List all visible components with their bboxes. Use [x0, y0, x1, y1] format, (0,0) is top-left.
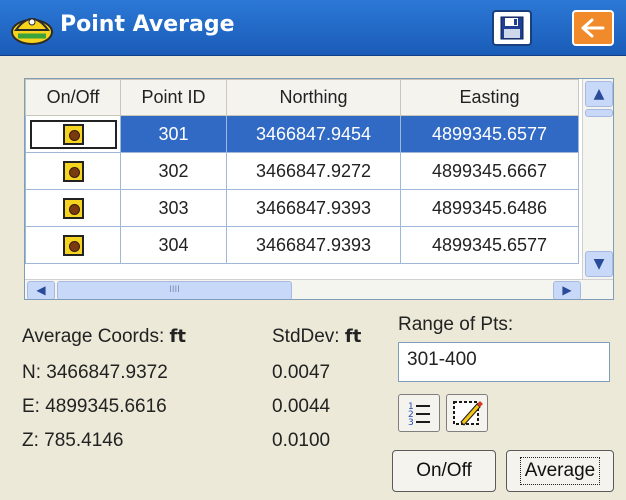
range-input[interactable]: 301-400 [398, 342, 610, 382]
vertical-scrollbar[interactable]: ▲ ▼ [582, 79, 613, 279]
onoff-cell[interactable] [25, 226, 121, 264]
average-coords-heading: Average Coords: ft [22, 326, 186, 348]
chevron-right-icon: ▶ [562, 283, 572, 297]
point-on-icon[interactable] [62, 234, 84, 256]
northing-cell: 3466847.9272 [226, 152, 401, 190]
point-id-cell: 301 [120, 115, 227, 153]
back-button[interactable] [572, 10, 614, 46]
table-row[interactable]: 304 3466847.9393 4899345.6577 [25, 226, 579, 264]
column-header-point-id[interactable]: Point ID [120, 79, 227, 116]
stddev-heading: StdDev: ft [272, 326, 361, 348]
point-id-cell: 302 [120, 152, 227, 190]
stddev-n-value: 0.0047 [272, 362, 331, 383]
easting-cell: 4899345.6667 [400, 152, 579, 190]
points-table: On/Off Point ID Northing Easting 301 346… [25, 79, 579, 264]
point-id-cell: 304 [120, 226, 227, 264]
point-on-icon[interactable] [62, 123, 84, 145]
northing-cell: 3466847.9454 [226, 115, 401, 153]
point-on-icon[interactable] [62, 197, 84, 219]
numbered-list-icon: 1 2 3 [408, 402, 430, 428]
easting-cell: 4899345.6577 [400, 226, 579, 264]
column-header-northing[interactable]: Northing [226, 79, 401, 116]
chevron-up-icon: ▲ [593, 86, 605, 102]
main-pane: On/Off Point ID Northing Easting 301 346… [0, 56, 626, 500]
scroll-right-button[interactable]: ▶ [553, 281, 581, 299]
point-on-icon[interactable] [62, 160, 84, 182]
grid-header-row: On/Off Point ID Northing Easting [25, 79, 579, 116]
onoff-button[interactable]: On/Off [392, 450, 496, 492]
table-row[interactable]: 301 3466847.9454 4899345.6577 [25, 115, 579, 153]
edit-points-button[interactable] [446, 394, 488, 432]
onoff-cell[interactable] [25, 189, 121, 227]
stddev-label: StdDev: [272, 326, 340, 347]
onoff-cell[interactable] [25, 115, 121, 153]
easting-cell: 4899345.6577 [400, 115, 579, 153]
vertical-scroll-thumb[interactable] [585, 109, 613, 117]
stddev-e-value: 0.0044 [272, 396, 331, 417]
northing-cell: 3466847.9393 [226, 226, 401, 264]
chevron-down-icon: ▼ [593, 256, 605, 272]
horizontal-scroll-thumb[interactable]: IIII [57, 281, 292, 299]
average-button-label: Average [519, 457, 601, 485]
average-coords-label: Average Coords: [22, 326, 165, 347]
average-n-value: N: 3466847.9372 [22, 362, 168, 383]
point-id-cell: 303 [120, 189, 227, 227]
easting-cell: 4899345.6486 [400, 189, 579, 227]
table-row[interactable]: 303 3466847.9393 4899345.6486 [25, 189, 579, 227]
scroll-left-button[interactable]: ◀ [27, 281, 55, 299]
onoff-cell[interactable] [25, 152, 121, 190]
average-unit: ft [169, 326, 186, 347]
northing-cell: 3466847.9393 [226, 189, 401, 227]
average-e-value: E: 4899345.6616 [22, 396, 167, 417]
hard-hat-icon [11, 18, 53, 45]
horizontal-scrollbar[interactable]: ◀ IIII ▶ [25, 279, 613, 299]
arrow-left-icon [581, 18, 605, 38]
title-bar: Point Average [0, 0, 626, 56]
points-grid[interactable]: On/Off Point ID Northing Easting 301 346… [24, 78, 614, 300]
average-button[interactable]: Average [506, 450, 614, 492]
column-header-easting[interactable]: Easting [400, 79, 579, 116]
column-header-onoff[interactable]: On/Off [25, 79, 121, 116]
point-list-button[interactable]: 1 2 3 [398, 394, 440, 432]
edit-pencil-icon [453, 401, 483, 426]
stddev-unit: ft [344, 326, 362, 347]
save-button[interactable] [492, 10, 532, 46]
average-z-value: Z: 785.4146 [22, 430, 124, 451]
window-title: Point Average [60, 12, 235, 37]
chevron-left-icon: ◀ [36, 283, 46, 297]
scroll-down-button[interactable]: ▼ [585, 251, 613, 277]
table-row[interactable]: 302 3466847.9272 4899345.6667 [25, 152, 579, 190]
range-label: Range of Pts: [398, 314, 514, 335]
floppy-disk-icon [500, 16, 524, 40]
svg-text:3: 3 [408, 418, 414, 428]
stddev-z-value: 0.0100 [272, 430, 331, 451]
scroll-up-button[interactable]: ▲ [585, 81, 613, 107]
